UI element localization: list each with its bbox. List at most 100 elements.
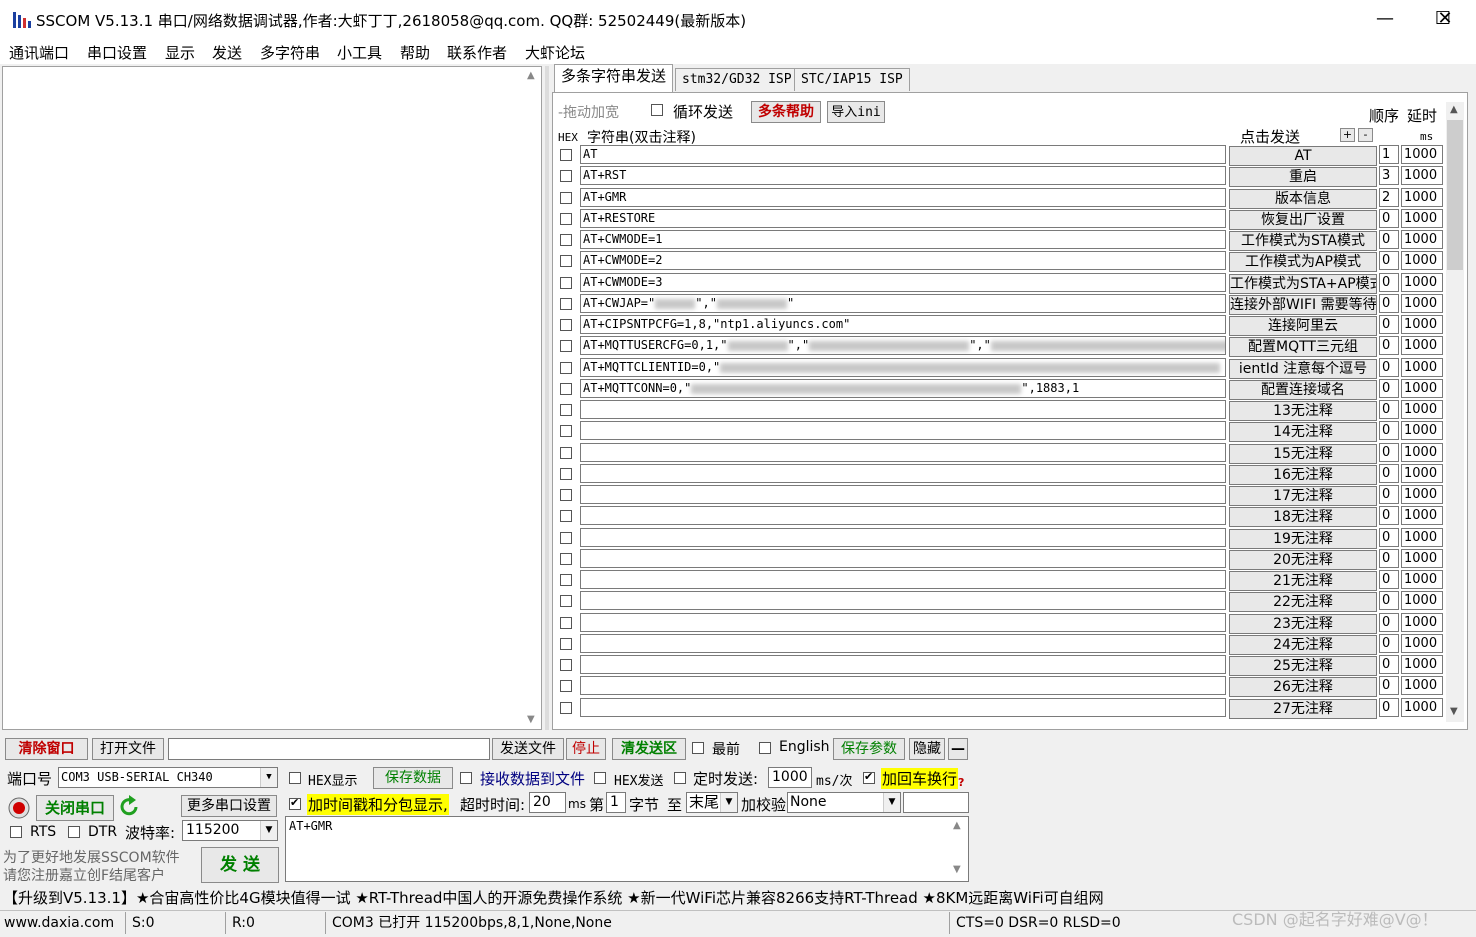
row-order-input[interactable]: 2 [1379,188,1399,207]
row-command-input[interactable] [580,400,1226,419]
hide-button[interactable]: 隐藏 [909,738,945,760]
row-command-input[interactable] [580,698,1226,717]
row-command-input[interactable]: AT+CWMODE=3 [580,273,1226,292]
row-command-input[interactable] [580,591,1226,610]
help-icon[interactable]: ? [958,776,964,789]
row-delay-input[interactable]: 1000 [1401,549,1443,568]
import-ini-button[interactable]: 导入ini [827,101,885,123]
row-delay-input[interactable]: 1000 [1401,698,1443,717]
row-hex-checkbox[interactable] [560,510,572,522]
save-params-button[interactable]: 保存参数 [833,738,905,760]
row-send-button[interactable]: 14无注释 [1229,422,1377,442]
row-order-input[interactable]: 0 [1379,336,1399,355]
timed-interval-input[interactable]: 1000 [768,767,812,788]
row-hex-checkbox[interactable] [560,595,572,607]
row-order-input[interactable]: 0 [1379,464,1399,483]
chevron-down-icon[interactable]: ▼ [720,793,737,812]
row-hex-checkbox[interactable] [560,659,572,671]
row-send-button[interactable]: 21无注释 [1229,571,1377,591]
recv-to-file-label[interactable]: 接收数据到文件 [480,768,585,789]
row-delay-input[interactable]: 1000 [1401,485,1443,504]
row-command-input[interactable] [580,613,1226,632]
row-delay-input[interactable]: 1000 [1401,379,1443,398]
news-ticker[interactable]: 【升级到V5.13.1】★合宙高性价比4G模块值得一试 ★RT-Thread中国… [3,887,1104,908]
row-hex-checkbox[interactable] [560,553,572,565]
row-order-input[interactable]: 0 [1379,634,1399,653]
row-delay-input[interactable]: 1000 [1401,613,1443,632]
row-delay-input[interactable]: 1000 [1401,528,1443,547]
scroll-up-icon[interactable]: ▲ [527,70,535,81]
row-command-input[interactable]: AT+MQTTCONN=0," ",1883,1 [580,379,1226,398]
row-send-button[interactable]: 恢复出厂设置 [1229,210,1377,230]
row-send-button[interactable]: 配置连接域名 [1229,380,1377,400]
row-delay-input[interactable]: 1000 [1401,400,1443,419]
row-delay-input[interactable]: 1000 [1401,188,1443,207]
menu-multi-string[interactable]: 多字符串 [260,42,320,63]
row-hex-checkbox[interactable] [560,425,572,437]
port-select[interactable]: COM3 USB-SERIAL CH340 ▼ [58,767,278,788]
row-order-input[interactable]: 0 [1379,209,1399,228]
row-order-input[interactable]: 0 [1379,655,1399,674]
row-send-button[interactable]: 19无注释 [1229,529,1377,549]
row-send-button[interactable]: ientId 注意每个逗号 [1229,359,1377,379]
row-send-button[interactable]: 15无注释 [1229,444,1377,464]
collapse-button[interactable]: — [948,738,968,760]
drag-widen-label[interactable]: -拖动加宽 [558,102,619,122]
chevron-down-icon[interactable]: ▼ [883,793,900,812]
row-hex-checkbox[interactable] [560,383,572,395]
row-delay-input[interactable]: 1000 [1401,506,1443,525]
hex-send-checkbox[interactable] [594,772,606,784]
row-delay-input[interactable]: 1000 [1401,464,1443,483]
baud-select[interactable]: 115200 ▼ [182,820,278,841]
row-command-input[interactable] [580,634,1226,653]
row-hex-checkbox[interactable] [560,319,572,331]
row-hex-checkbox[interactable] [560,638,572,650]
row-hex-checkbox[interactable] [560,468,572,480]
row-send-button[interactable]: 版本信息 [1229,189,1377,209]
row-order-input[interactable]: 1 [1379,145,1399,164]
row-hex-checkbox[interactable] [560,404,572,416]
row-hex-checkbox[interactable] [560,447,572,459]
row-command-input[interactable]: AT+CWMODE=1 [580,230,1226,249]
row-command-input[interactable]: AT+CIPSNTPCFG=1,8,"ntp1.aliyuncs.com" [580,315,1226,334]
row-hex-checkbox[interactable] [560,213,572,225]
timestamp-checkbox[interactable] [289,796,301,810]
row-send-button[interactable]: AT [1229,146,1377,166]
english-checkbox[interactable] [759,742,771,754]
row-command-input[interactable]: AT+CWJAP=" "," " [580,294,1226,313]
byte-start-input[interactable]: 1 [606,792,626,813]
menu-send[interactable]: 发送 [212,42,242,63]
save-data-button[interactable]: 保存数据 [373,767,453,789]
row-send-button[interactable]: 17无注释 [1229,486,1377,506]
row-delay-input[interactable]: 1000 [1401,273,1443,292]
send-textarea[interactable]: AT+GMR [285,816,969,882]
row-command-input[interactable] [580,676,1226,695]
receive-area[interactable] [2,66,542,730]
chevron-down-icon[interactable]: ▼ [260,821,277,840]
timed-send-checkbox[interactable] [674,772,686,784]
send-button[interactable]: 发 送 [201,847,279,883]
remove-row-button[interactable]: - [1358,128,1373,142]
row-order-input[interactable]: 0 [1379,528,1399,547]
row-command-input[interactable]: AT [580,145,1226,164]
row-hex-checkbox[interactable] [560,702,572,714]
row-send-button[interactable]: 20无注释 [1229,550,1377,570]
row-order-input[interactable]: 0 [1379,294,1399,313]
more-serial-settings-button[interactable]: 更多串口设置 [181,795,277,817]
dtr-checkbox[interactable] [68,826,80,838]
row-send-button[interactable]: 配置MQTT三元组 [1229,337,1377,357]
status-website[interactable]: www.daxia.com [2,912,126,934]
row-order-input[interactable]: 0 [1379,549,1399,568]
add-row-button[interactable]: + [1340,128,1355,142]
clear-window-button[interactable]: 清除窗口 [5,738,88,760]
file-path-input[interactable] [168,738,490,760]
row-command-input[interactable] [580,443,1226,462]
rts-checkbox[interactable] [10,826,22,838]
add-crlf-checkbox[interactable] [863,770,875,784]
row-hex-checkbox[interactable] [560,149,572,161]
row-delay-input[interactable]: 1000 [1401,315,1443,334]
menu-help[interactable]: 帮助 [400,42,430,63]
open-file-button[interactable]: 打开文件 [92,738,164,760]
row-command-input[interactable] [580,506,1226,525]
row-order-input[interactable]: 0 [1379,315,1399,334]
